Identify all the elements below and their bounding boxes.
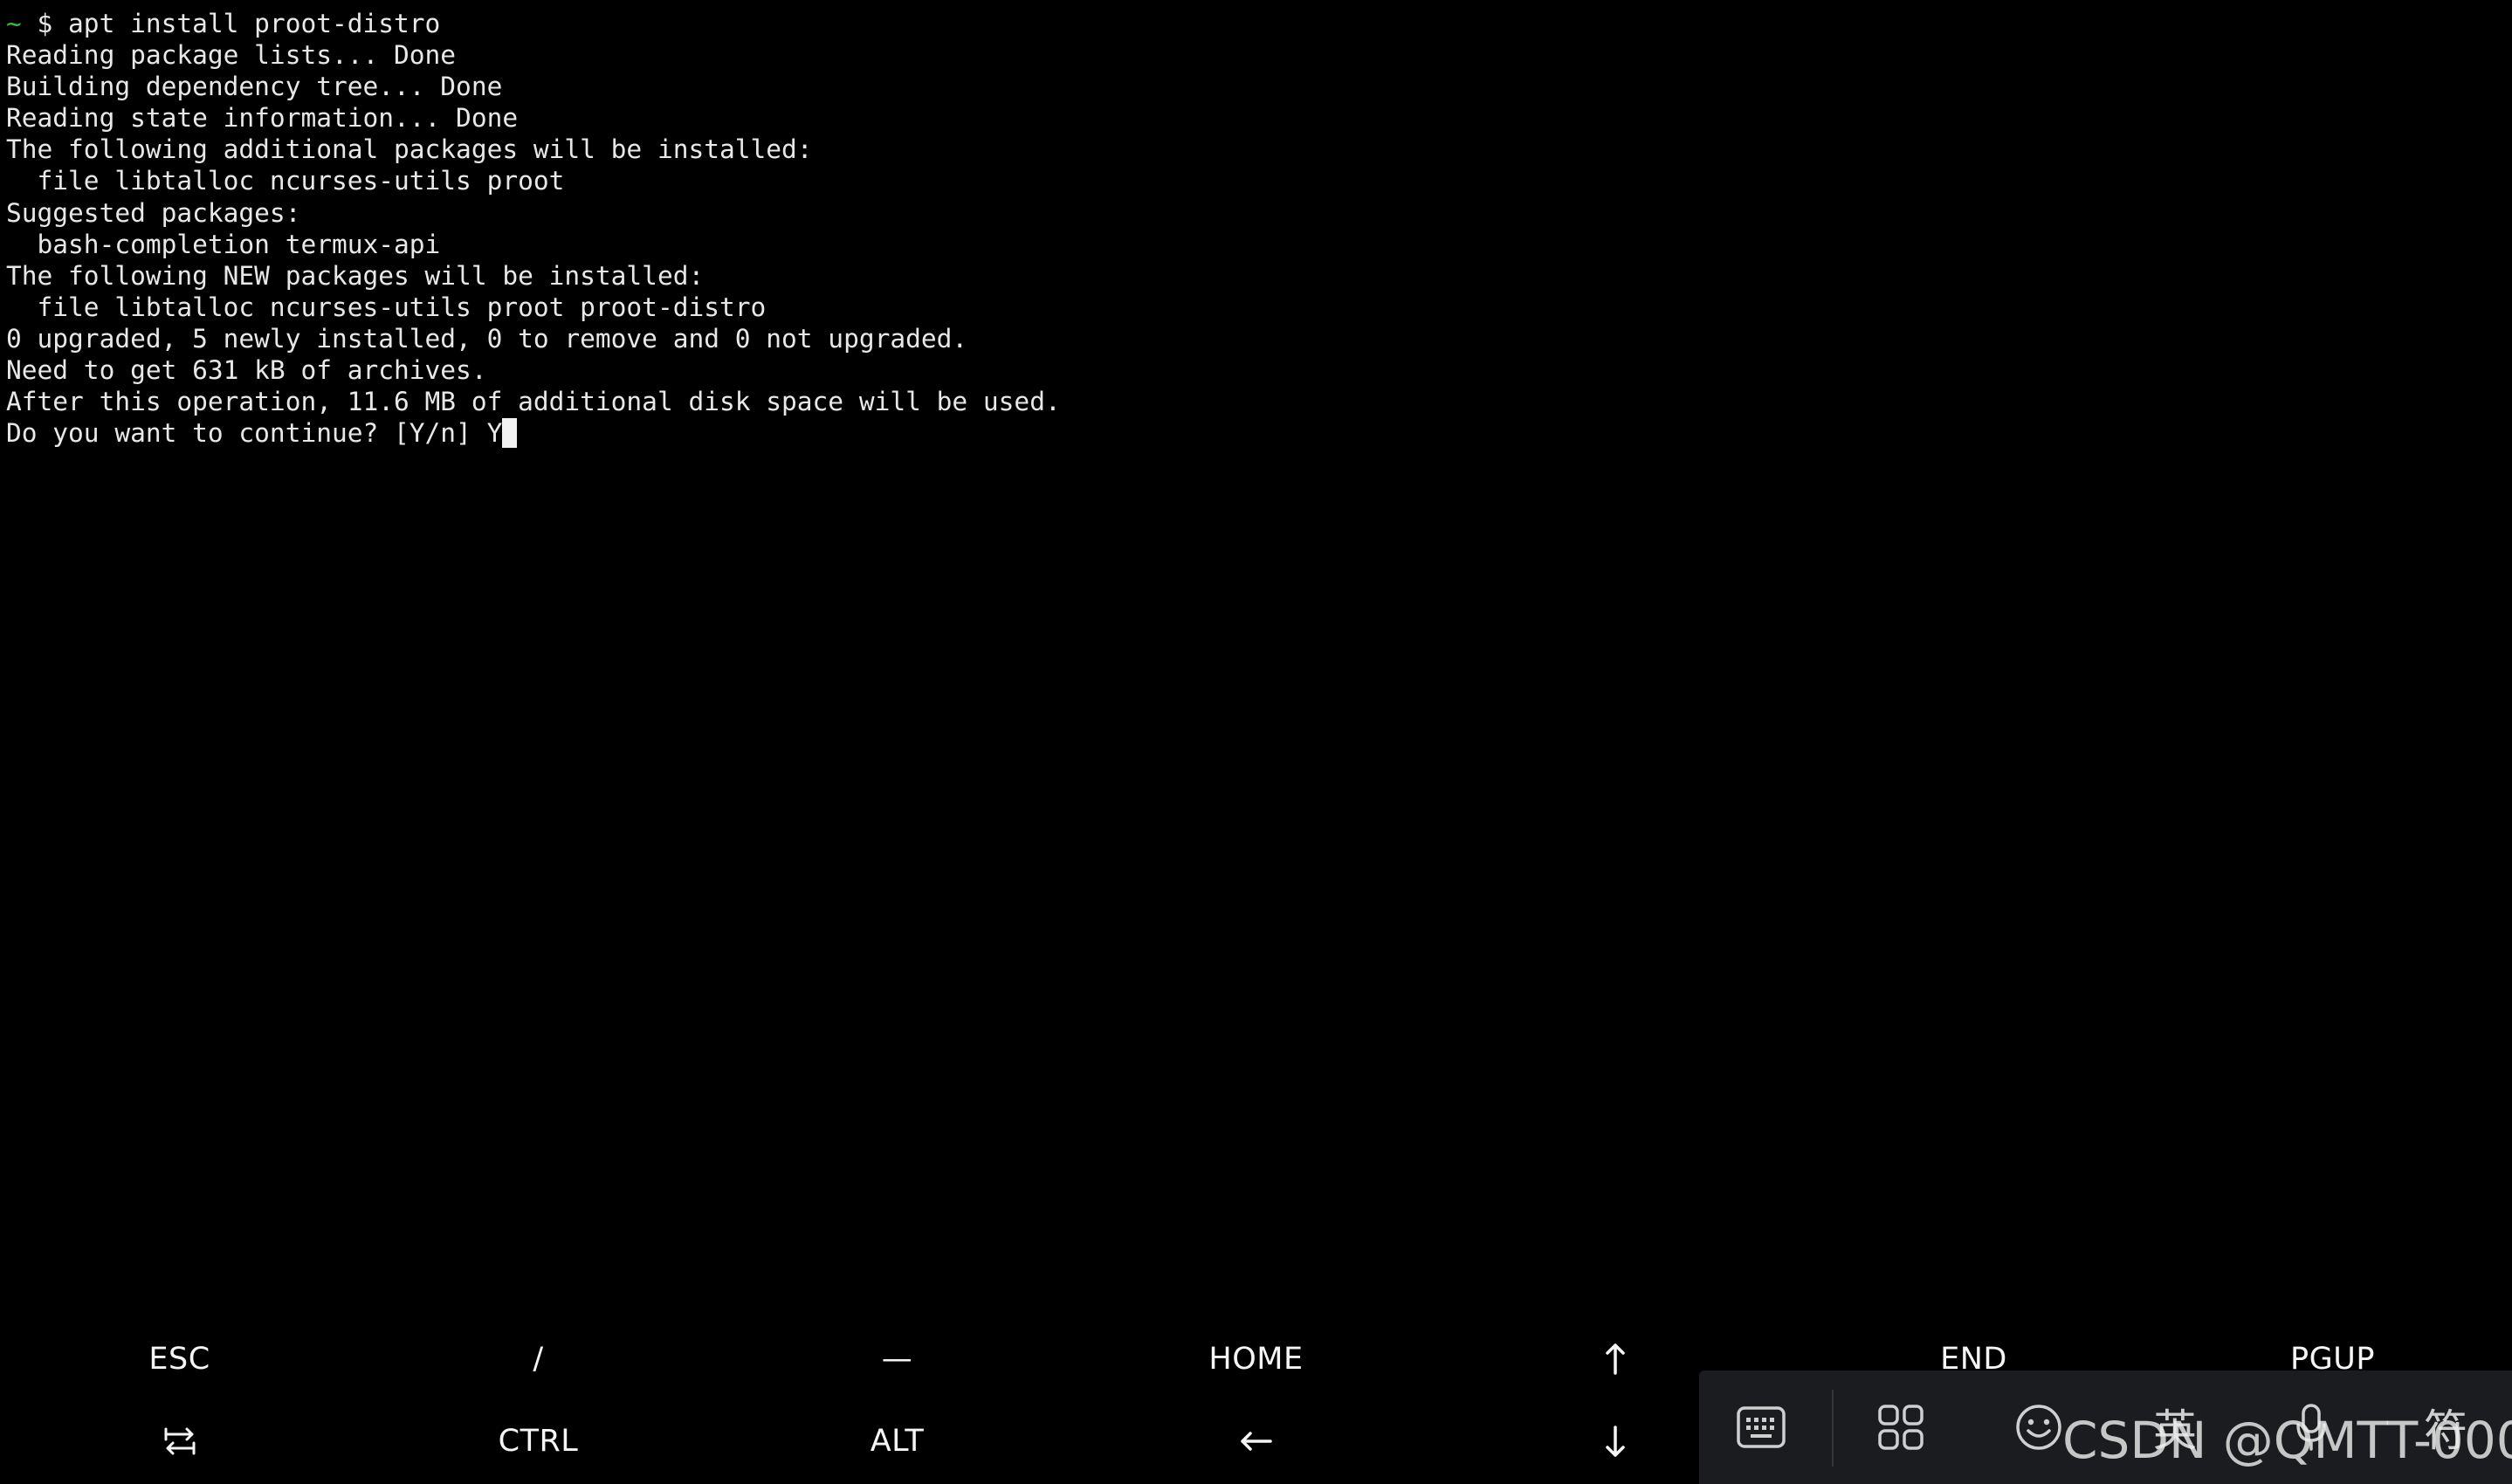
arrow-down-icon bbox=[1605, 1426, 1625, 1457]
left-key[interactable] bbox=[1077, 1400, 1435, 1482]
output-line: Need to get 631 kB of archives. bbox=[6, 355, 487, 386]
output-line: After this operation, 11.6 MB of additio… bbox=[6, 387, 1061, 417]
home-key[interactable]: HOME bbox=[1077, 1318, 1435, 1400]
microphone-icon bbox=[2296, 1404, 2326, 1451]
typed-input: Y bbox=[486, 418, 503, 449]
english-toggle[interactable]: 英 bbox=[2144, 1397, 2206, 1458]
app-grid-button[interactable] bbox=[1870, 1397, 1931, 1458]
output-line: Reading package lists... Done bbox=[6, 40, 457, 71]
output-line: The following NEW packages will be insta… bbox=[6, 260, 705, 291]
slash-key[interactable]: / bbox=[359, 1318, 718, 1400]
ime-divider bbox=[1832, 1390, 1834, 1467]
ime-toolbar: 英 符 bbox=[1699, 1371, 2512, 1484]
output-line: file libtalloc ncurses-utils proot bbox=[6, 166, 565, 196]
tab-arrows-icon bbox=[164, 1427, 195, 1455]
keyboard-button[interactable] bbox=[1731, 1397, 1792, 1458]
output-line: The following additional packages will b… bbox=[6, 134, 813, 165]
app-grid-icon bbox=[1878, 1405, 1924, 1450]
dash-key[interactable]: — bbox=[718, 1318, 1077, 1400]
output-line: Building dependency tree... Done bbox=[6, 72, 503, 102]
ctrl-key[interactable]: CTRL bbox=[359, 1400, 718, 1482]
confirm-prompt-line: Do you want to continue? [Y/n] Y bbox=[6, 417, 2503, 449]
output-line: file libtalloc ncurses-utils proot proot… bbox=[6, 292, 767, 322]
terminal-output[interactable]: ~ $ apt install proot-distro Reading pac… bbox=[6, 8, 2503, 1300]
arrow-up-icon bbox=[1605, 1343, 1625, 1375]
emoji-icon bbox=[2016, 1405, 2061, 1450]
output-line: bash-completion termux-api bbox=[6, 229, 441, 259]
output-line: Suggested packages: bbox=[6, 197, 301, 228]
alt-key[interactable]: ALT bbox=[718, 1400, 1077, 1482]
arrow-left-icon bbox=[1240, 1432, 1272, 1451]
command-line: ~ $ apt install proot-distro bbox=[6, 8, 2503, 39]
confirm-prompt-text: Do you want to continue? [Y/n] bbox=[6, 418, 487, 449]
text-cursor bbox=[502, 418, 518, 449]
emoji-button[interactable] bbox=[2008, 1397, 2069, 1458]
voice-input-button[interactable] bbox=[2281, 1397, 2342, 1458]
esc-key[interactable]: ESC bbox=[0, 1318, 359, 1400]
command-text: $ apt install proot-distro bbox=[21, 9, 441, 38]
output-line: Reading state information... Done bbox=[6, 103, 519, 134]
symbol-toggle[interactable]: 符 bbox=[2415, 1397, 2476, 1458]
tab-key[interactable] bbox=[0, 1400, 359, 1482]
output-line: 0 upgraded, 5 newly installed, 0 to remo… bbox=[6, 323, 968, 354]
prompt-tilde: ~ bbox=[6, 9, 22, 38]
keyboard-icon bbox=[1737, 1406, 1786, 1448]
